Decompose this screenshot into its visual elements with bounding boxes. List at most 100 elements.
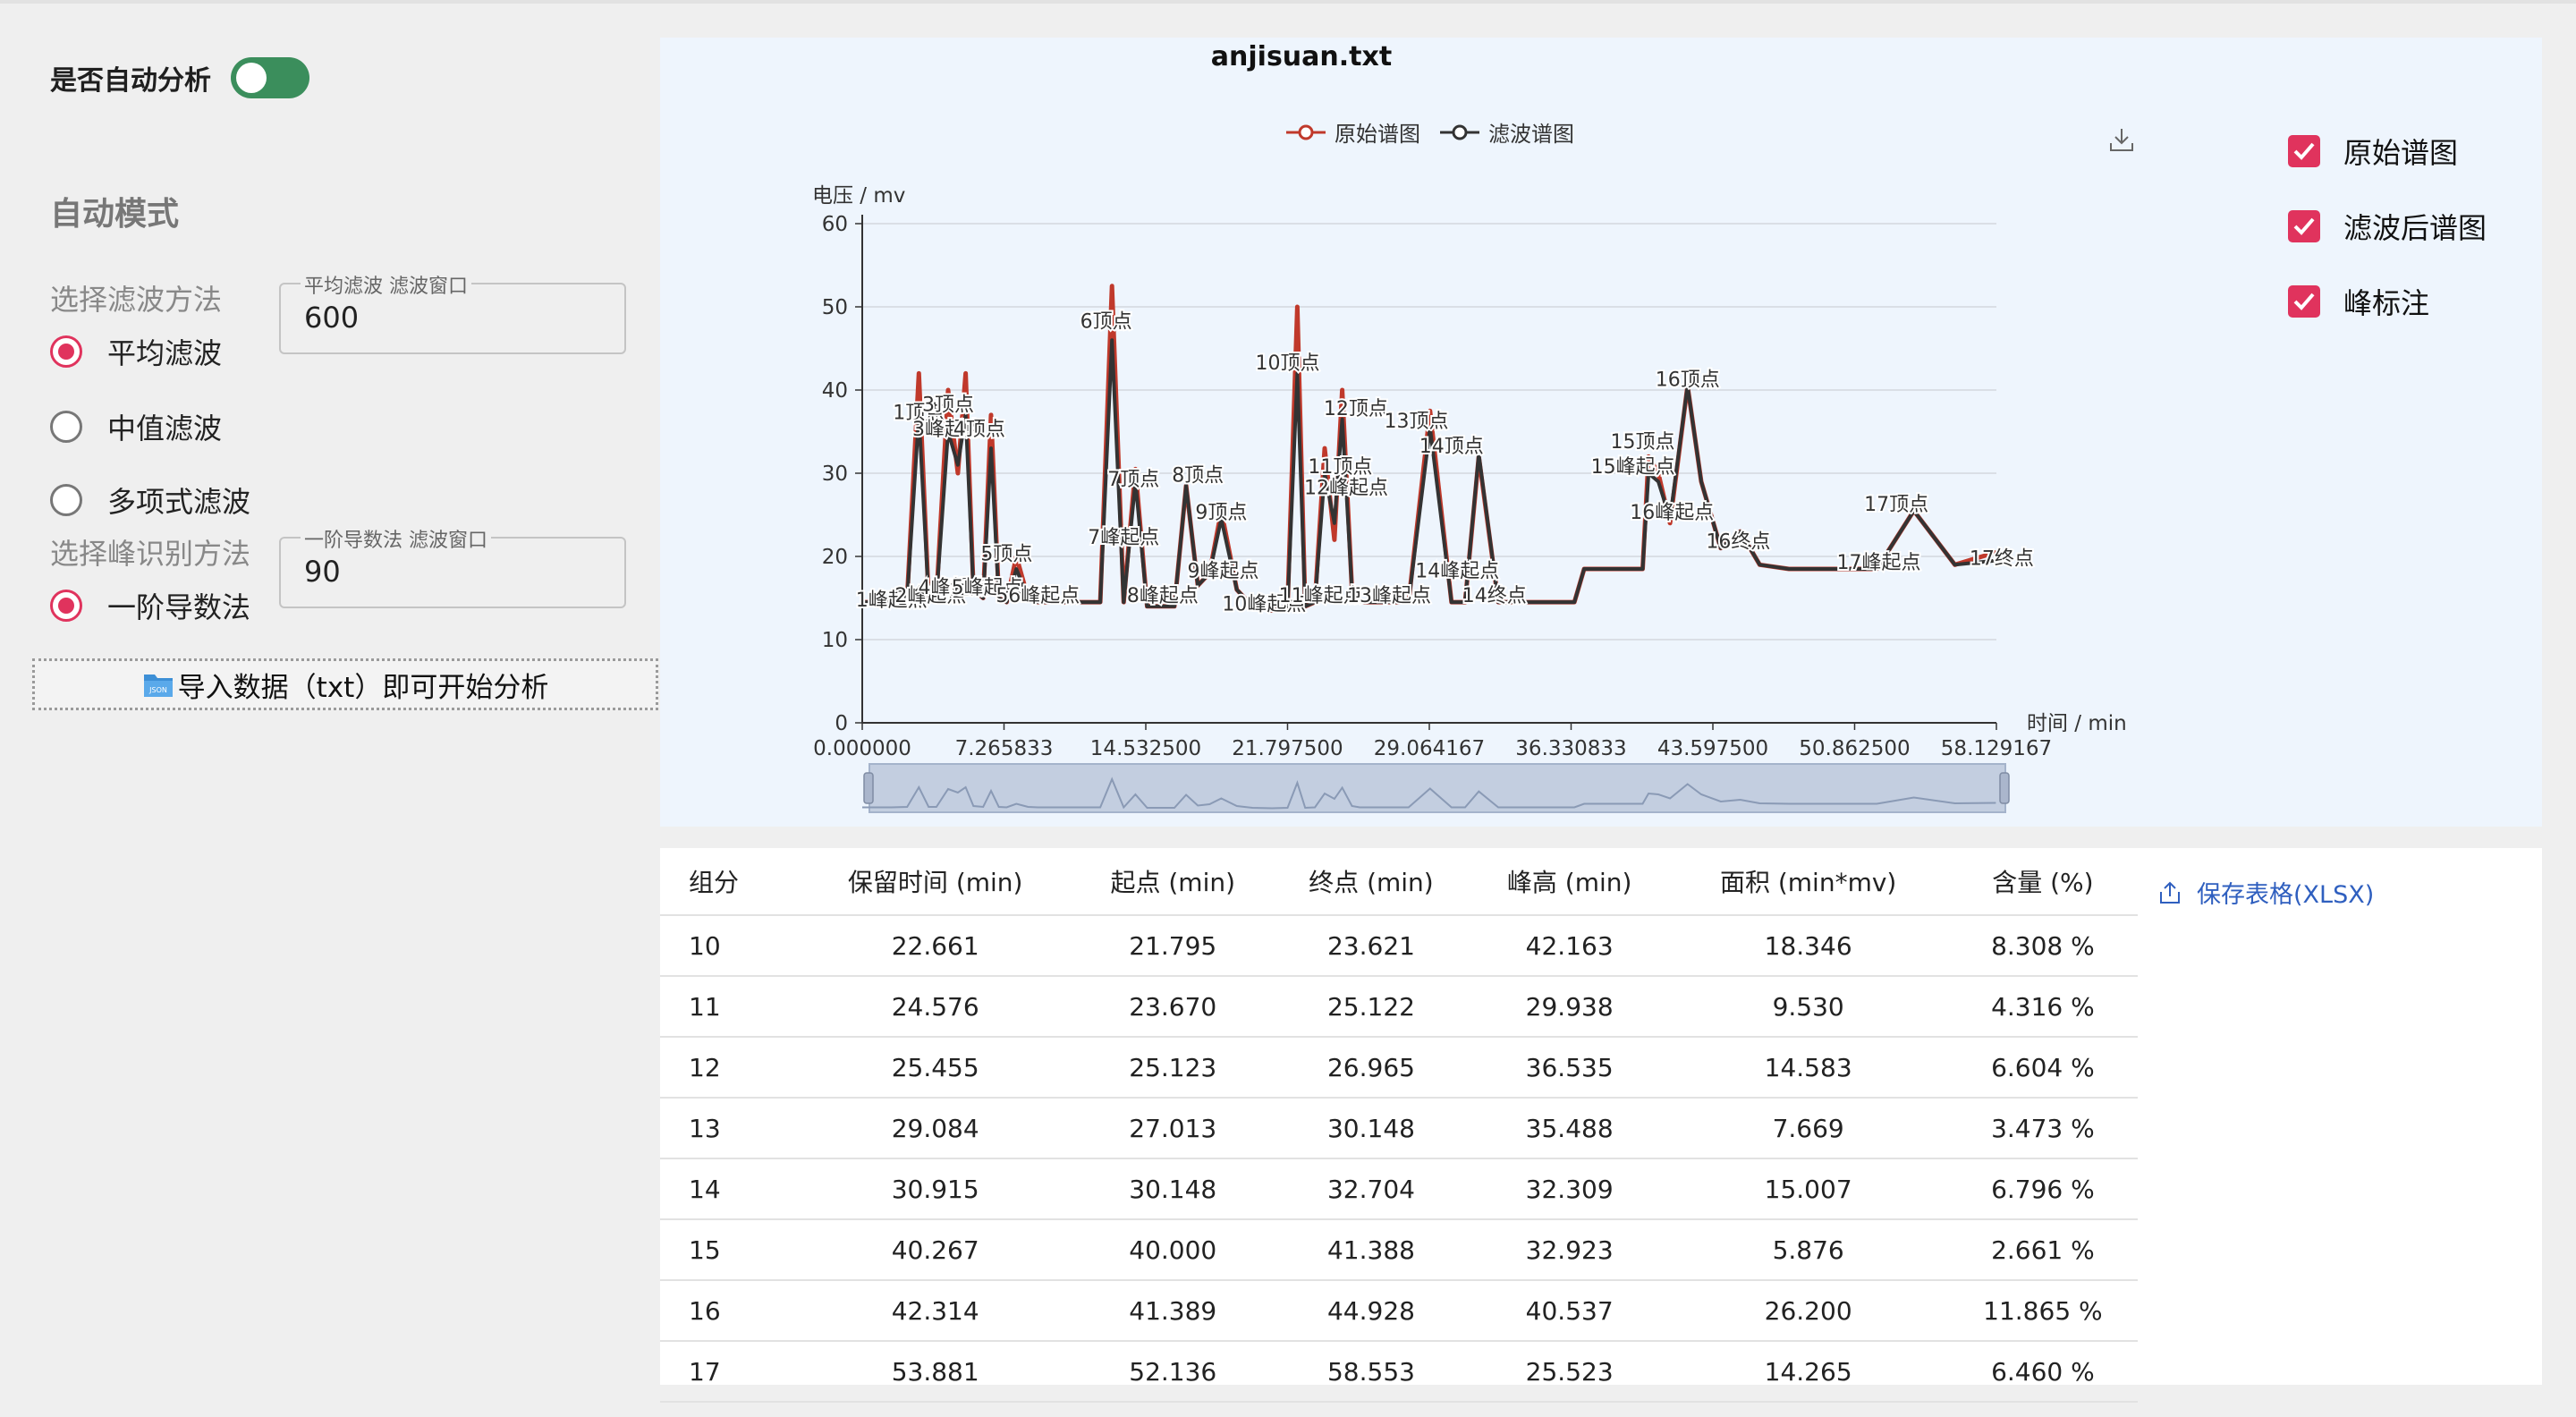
peak-annotation: 5顶点 bbox=[980, 544, 1032, 566]
checkbox-filtered-spectrum[interactable]: 滤波后谱图 bbox=[2288, 206, 2487, 247]
table-row: 13 29.084 27.013 30.148 35.488 7.669 3.473 % bbox=[660, 1098, 2138, 1159]
peak-annotation: 10顶点 bbox=[1256, 352, 1320, 375]
header-end: 终点 (min) bbox=[1272, 848, 1470, 916]
auto-analysis-toggle[interactable] bbox=[231, 57, 309, 98]
checkbox-checked-icon bbox=[2288, 285, 2320, 318]
table-cell: 7.669 bbox=[1668, 1098, 1948, 1159]
data-zoom-handle-left bbox=[863, 772, 874, 804]
peak-annotation: 6顶点 bbox=[1080, 310, 1132, 333]
header-component: 组分 bbox=[660, 848, 797, 916]
import-data-button[interactable]: JSON 导入数据（txt）即可开始分析 bbox=[32, 658, 658, 710]
save-table-label: 保存表格(XLSX) bbox=[2197, 881, 2375, 909]
peak-annotation: 17峰起点 bbox=[1836, 552, 1920, 574]
radio-median-filter[interactable]: 中值滤波 bbox=[50, 406, 222, 447]
radio-label: 多项式滤波 bbox=[107, 485, 251, 519]
checkbox-label: 峰标注 bbox=[2343, 286, 2430, 320]
peak-window-field[interactable]: 一阶导数法 滤波窗口 90 bbox=[279, 524, 626, 608]
x-tick-label: 29.064167 bbox=[1374, 737, 1485, 760]
table-cell: 29.084 bbox=[797, 1098, 1074, 1159]
peak-annotation: 7峰起点 bbox=[1088, 527, 1159, 549]
table-cell: 14 bbox=[660, 1158, 797, 1220]
table-row: 12 25.455 25.123 26.965 36.535 14.583 6.604 % bbox=[660, 1037, 2138, 1099]
table-cell: 6.460 % bbox=[1947, 1341, 2138, 1403]
table-cell: 21.795 bbox=[1073, 915, 1273, 977]
peak-annotation: 15顶点 bbox=[1611, 431, 1675, 454]
checkbox-checked-icon bbox=[2288, 135, 2320, 167]
peak-annotation: 56峰起点 bbox=[996, 585, 1080, 607]
radio-checked-icon bbox=[50, 590, 82, 622]
table-row: 16 42.314 41.389 44.928 40.537 26.200 11.865 % bbox=[660, 1280, 2138, 1342]
x-tick-label: 7.265833 bbox=[955, 737, 1054, 760]
table-cell: 27.013 bbox=[1073, 1098, 1273, 1159]
table-cell: 41.388 bbox=[1272, 1219, 1470, 1281]
table-header-row: 组分 保留时间 (min) 起点 (min) 终点 (min) 峰高 (min)… bbox=[660, 848, 2138, 916]
filter-window-field[interactable]: 平均滤波 滤波窗口 600 bbox=[279, 270, 626, 354]
x-tick-label: 50.862500 bbox=[1799, 737, 1910, 760]
peak-annotation: 12峰起点 bbox=[1304, 477, 1388, 499]
table-cell: 10 bbox=[660, 915, 797, 977]
peak-annotation: 13顶点 bbox=[1385, 411, 1449, 433]
table-cell: 18.346 bbox=[1668, 915, 1948, 977]
y-tick-label: 60 bbox=[822, 213, 848, 236]
table-cell: 13 bbox=[660, 1098, 797, 1159]
radio-checked-icon bbox=[50, 335, 82, 368]
table-cell: 4.316 % bbox=[1947, 976, 2138, 1038]
peak-annotation: 7顶点 bbox=[1107, 469, 1159, 491]
results-panel: 组分 保留时间 (min) 起点 (min) 终点 (min) 峰高 (min)… bbox=[660, 848, 2542, 1403]
checkbox-raw-spectrum[interactable]: 原始谱图 bbox=[2288, 131, 2458, 172]
y-tick-label: 10 bbox=[822, 629, 848, 652]
table-cell: 52.136 bbox=[1073, 1341, 1273, 1403]
save-table-button[interactable]: 保存表格(XLSX) bbox=[2157, 875, 2374, 910]
table-cell: 40.267 bbox=[797, 1219, 1074, 1281]
filter-section-label: 选择滤波方法 bbox=[50, 283, 223, 317]
y-tick-label: 50 bbox=[822, 296, 848, 319]
peak-annotation: 15峰起点 bbox=[1591, 456, 1675, 479]
table-row: 17 53.881 52.136 58.553 25.523 14.265 6.460 % bbox=[660, 1341, 2138, 1403]
header-area: 面积 (min*mv) bbox=[1668, 848, 1948, 916]
table-cell: 26.200 bbox=[1668, 1280, 1948, 1342]
peak-section-label: 选择峰识别方法 bbox=[50, 537, 251, 571]
y-axis-label: 电压 / mv bbox=[812, 184, 905, 208]
radio-first-derivative[interactable]: 一阶导数法 bbox=[50, 585, 250, 626]
radio-average-filter[interactable]: 平均滤波 bbox=[50, 331, 222, 372]
table-cell: 30.915 bbox=[797, 1158, 1074, 1220]
svg-text:JSON: JSON bbox=[148, 686, 167, 694]
table-cell: 32.923 bbox=[1470, 1219, 1669, 1281]
table-cell: 29.938 bbox=[1470, 976, 1669, 1038]
radio-unchecked-icon bbox=[50, 411, 82, 443]
peak-window-label: 一阶导数法 滤波窗口 bbox=[301, 524, 491, 553]
radio-polynomial-filter[interactable]: 多项式滤波 bbox=[50, 479, 250, 521]
table-cell: 5.876 bbox=[1668, 1219, 1948, 1281]
table-cell: 32.309 bbox=[1470, 1158, 1669, 1220]
table-cell: 8.308 % bbox=[1947, 915, 2138, 977]
table-cell: 12 bbox=[660, 1037, 797, 1099]
table-cell: 22.661 bbox=[797, 915, 1074, 977]
filter-window-label: 平均滤波 滤波窗口 bbox=[301, 270, 471, 299]
table-cell: 6.796 % bbox=[1947, 1158, 2138, 1220]
data-zoom-handle-right bbox=[1999, 772, 2010, 804]
checkbox-label: 原始谱图 bbox=[2343, 136, 2459, 170]
export-icon bbox=[2160, 881, 2180, 904]
table-cell: 15 bbox=[660, 1219, 797, 1281]
radio-unchecked-icon bbox=[50, 484, 82, 516]
table-row: 15 40.267 40.000 41.388 32.923 5.876 2.661 % bbox=[660, 1219, 2138, 1281]
table-cell: 25.123 bbox=[1073, 1037, 1273, 1099]
table-cell: 58.553 bbox=[1272, 1341, 1470, 1403]
data-zoom-slider bbox=[869, 763, 2006, 813]
checkbox-peak-labels[interactable]: 峰标注 bbox=[2288, 281, 2429, 322]
table-cell: 53.881 bbox=[797, 1341, 1074, 1403]
header-peak-height: 峰高 (min) bbox=[1470, 848, 1669, 916]
chromatogram-chart: 0 10 20 30 40 50 60 0.000000 7.265833 14.532500 21… bbox=[812, 184, 2127, 813]
peak-window-value: 90 bbox=[304, 555, 341, 589]
radio-label: 一阶导数法 bbox=[107, 590, 251, 624]
header-start: 起点 (min) bbox=[1073, 848, 1273, 916]
checkbox-checked-icon bbox=[2288, 210, 2320, 242]
table-cell: 14.583 bbox=[1668, 1037, 1948, 1099]
peak-annotation: 17顶点 bbox=[1864, 494, 1928, 516]
y-tick-label: 40 bbox=[822, 379, 848, 403]
y-tick-label: 0 bbox=[835, 712, 848, 735]
table-cell: 25.122 bbox=[1272, 976, 1470, 1038]
x-axis-label: 时间 / min bbox=[2027, 712, 2127, 735]
peak-annotation: 16峰起点 bbox=[1630, 502, 1714, 524]
header-content: 含量 (%) bbox=[1947, 848, 2138, 916]
